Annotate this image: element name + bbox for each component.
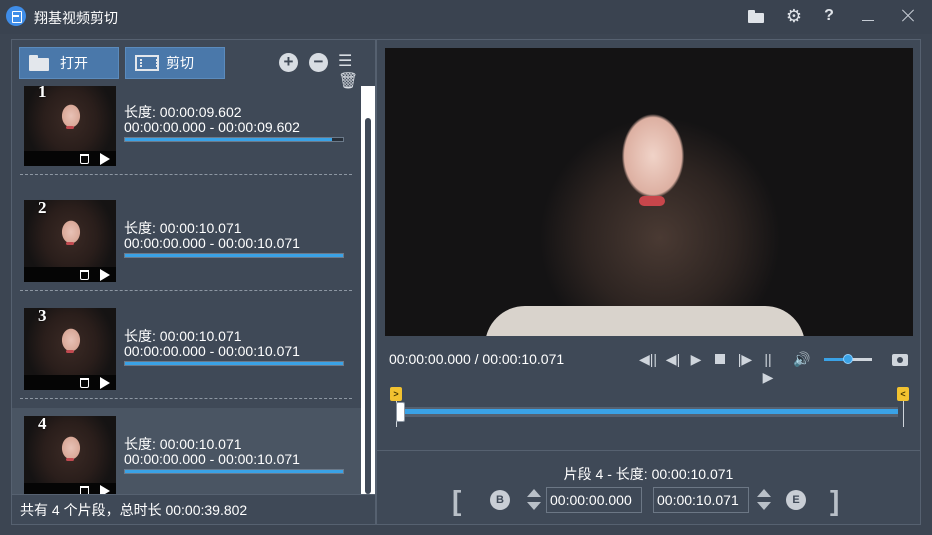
help-icon[interactable]: ? bbox=[818, 6, 840, 26]
clip-item[interactable]: 1 长度: 00:00:09.602 00:00:00.000 - 00:00:09… bbox=[12, 86, 361, 192]
clip-progress-fill bbox=[125, 470, 343, 473]
set-start-bracket[interactable]: [ bbox=[452, 486, 461, 516]
clip-progress-bar bbox=[124, 361, 344, 366]
clip-thumbnail: 4 bbox=[24, 414, 116, 494]
next-frame-icon[interactable]: |▶ bbox=[737, 350, 753, 368]
clip-progress-fill bbox=[125, 254, 343, 257]
title-bar: 翔基视频剪切 ⚙ ? bbox=[0, 0, 932, 34]
prev-keyframe-icon[interactable]: ◀|| bbox=[639, 350, 657, 368]
play-clip-icon[interactable] bbox=[100, 377, 110, 389]
clip-thumbnail-bar bbox=[24, 375, 116, 390]
folder-icon[interactable] bbox=[746, 6, 768, 26]
clip-thumbnail: 3 bbox=[24, 306, 116, 390]
preview-panel: 00:00:00.000 / 00:00:10.071 ◀|| ◀| ▶ |▶ … bbox=[376, 39, 921, 525]
folder-icon bbox=[29, 55, 53, 71]
timeline[interactable]: > < bbox=[390, 385, 912, 430]
end-marker[interactable]: < bbox=[897, 387, 909, 401]
segment-info: 片段 4 - 长度: 00:00:10.071 bbox=[563, 466, 734, 482]
clip-progress-fill bbox=[125, 362, 343, 365]
start-marker[interactable]: > bbox=[390, 387, 402, 401]
snapshot-icon[interactable] bbox=[890, 350, 910, 368]
delete-clip-icon[interactable] bbox=[80, 270, 89, 280]
end-badge-icon[interactable]: E bbox=[786, 490, 806, 510]
divider bbox=[377, 450, 920, 451]
end-time-field[interactable] bbox=[653, 487, 749, 513]
film-icon bbox=[135, 55, 159, 71]
cut-button[interactable]: 剪切 bbox=[125, 47, 225, 79]
play-clip-icon[interactable] bbox=[100, 153, 110, 165]
clip-progress-bar bbox=[124, 253, 344, 258]
clip-divider bbox=[20, 174, 352, 175]
cut-button-label: 剪切 bbox=[166, 55, 194, 71]
clip-list-scrollbar[interactable] bbox=[361, 86, 375, 494]
clip-number: 1 bbox=[38, 86, 47, 101]
window-title: 翔基视频剪切 bbox=[34, 10, 118, 26]
selection-range bbox=[400, 409, 898, 414]
clip-progress-bar bbox=[124, 469, 344, 474]
play-icon[interactable]: ▶ bbox=[688, 350, 704, 368]
playhead[interactable] bbox=[396, 402, 405, 422]
playback-time: 00:00:00.000 / 00:00:10.071 bbox=[389, 351, 565, 367]
add-clip-icon[interactable]: + bbox=[279, 53, 298, 72]
clip-range: 00:00:00.000 - 00:00:09.602 bbox=[124, 119, 300, 135]
play-clip-icon[interactable] bbox=[100, 269, 110, 281]
clip-range: 00:00:00.000 - 00:00:10.071 bbox=[124, 343, 300, 359]
clip-thumbnail: 1 bbox=[24, 86, 116, 166]
close-icon[interactable] bbox=[897, 6, 919, 26]
volume-knob[interactable] bbox=[843, 354, 853, 364]
clip-thumbnail-bar bbox=[24, 483, 116, 494]
list-icon: ☰ bbox=[338, 53, 353, 70]
start-time-stepper[interactable] bbox=[527, 488, 541, 512]
delete-clip-icon[interactable] bbox=[80, 154, 89, 164]
clip-thumbnail-bar bbox=[24, 151, 116, 166]
clip-divider bbox=[20, 290, 352, 291]
scrollbar-thumb[interactable] bbox=[365, 118, 371, 494]
gear-icon[interactable]: ⚙ bbox=[783, 6, 805, 26]
start-time-field[interactable] bbox=[546, 487, 642, 513]
app-logo-icon bbox=[6, 6, 26, 26]
clip-progress-fill bbox=[125, 138, 333, 141]
next-keyframe-icon[interactable]: ||▶ bbox=[759, 350, 777, 385]
video-frame-detail bbox=[639, 196, 665, 206]
set-end-bracket[interactable]: ] bbox=[830, 486, 839, 516]
clip-number: 3 bbox=[38, 306, 47, 325]
clip-progress-bar bbox=[124, 137, 344, 142]
delete-clip-icon[interactable] bbox=[80, 378, 89, 388]
clip-item[interactable]: 4 长度: 00:00:10.071 00:00:00.000 - 00:00:10… bbox=[12, 408, 361, 494]
prev-frame-icon[interactable]: ◀| bbox=[665, 350, 681, 368]
end-time-stepper[interactable] bbox=[757, 488, 771, 512]
clip-panel: 打开 剪切 + − ☰🗑 1 长度: 00:00:09.602 00:00:00.0… bbox=[11, 39, 376, 525]
delete-clip-icon[interactable] bbox=[80, 486, 89, 494]
end-marker-line bbox=[903, 401, 904, 427]
clear-list-icon[interactable]: ☰🗑 bbox=[338, 52, 366, 90]
remove-clip-icon[interactable]: − bbox=[309, 53, 328, 72]
volume-slider[interactable] bbox=[824, 354, 872, 364]
video-preview[interactable] bbox=[385, 48, 913, 336]
timeline-track[interactable] bbox=[400, 407, 898, 417]
clip-list[interactable]: 1 长度: 00:00:09.602 00:00:00.000 - 00:00:09… bbox=[12, 86, 361, 494]
clip-range: 00:00:00.000 - 00:00:10.071 bbox=[124, 235, 300, 251]
clip-number: 2 bbox=[38, 198, 47, 217]
clip-range: 00:00:00.000 - 00:00:10.071 bbox=[124, 451, 300, 467]
stop-icon[interactable] bbox=[713, 350, 727, 368]
clip-thumbnail: 2 bbox=[24, 198, 116, 282]
begin-badge-icon[interactable]: B bbox=[490, 490, 510, 510]
open-button-label: 打开 bbox=[60, 55, 88, 71]
clip-divider bbox=[20, 398, 352, 399]
volume-icon[interactable]: 🔊 bbox=[792, 350, 812, 368]
minimize-icon[interactable] bbox=[857, 6, 879, 26]
clip-thumbnail-bar bbox=[24, 267, 116, 282]
video-frame-detail bbox=[485, 306, 805, 336]
status-text: 共有 4 个片段，总时长 00:00:39.802 bbox=[12, 494, 375, 524]
open-button[interactable]: 打开 bbox=[19, 47, 119, 79]
clip-number: 4 bbox=[38, 414, 47, 433]
clip-item[interactable]: 3 长度: 00:00:10.071 00:00:00.000 - 00:00:10… bbox=[12, 300, 361, 408]
play-clip-icon[interactable] bbox=[100, 485, 110, 494]
clip-toolbar: 打开 剪切 + − ☰🗑 bbox=[12, 40, 375, 90]
clip-item[interactable]: 2 长度: 00:00:10.071 00:00:00.000 - 00:00:10… bbox=[12, 192, 361, 300]
